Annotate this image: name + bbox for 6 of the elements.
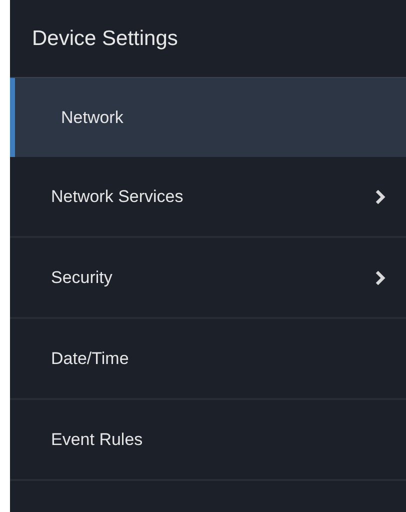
- menu-item[interactable]: Security: [10, 238, 406, 319]
- sidebar-title: Device Settings: [32, 26, 178, 52]
- menu-item[interactable]: Network Services: [10, 157, 406, 238]
- menu-item[interactable]: Event Rules: [10, 400, 406, 481]
- menu-item[interactable]: Date/Time: [10, 319, 406, 400]
- menu-item[interactable]: Network: [10, 78, 406, 157]
